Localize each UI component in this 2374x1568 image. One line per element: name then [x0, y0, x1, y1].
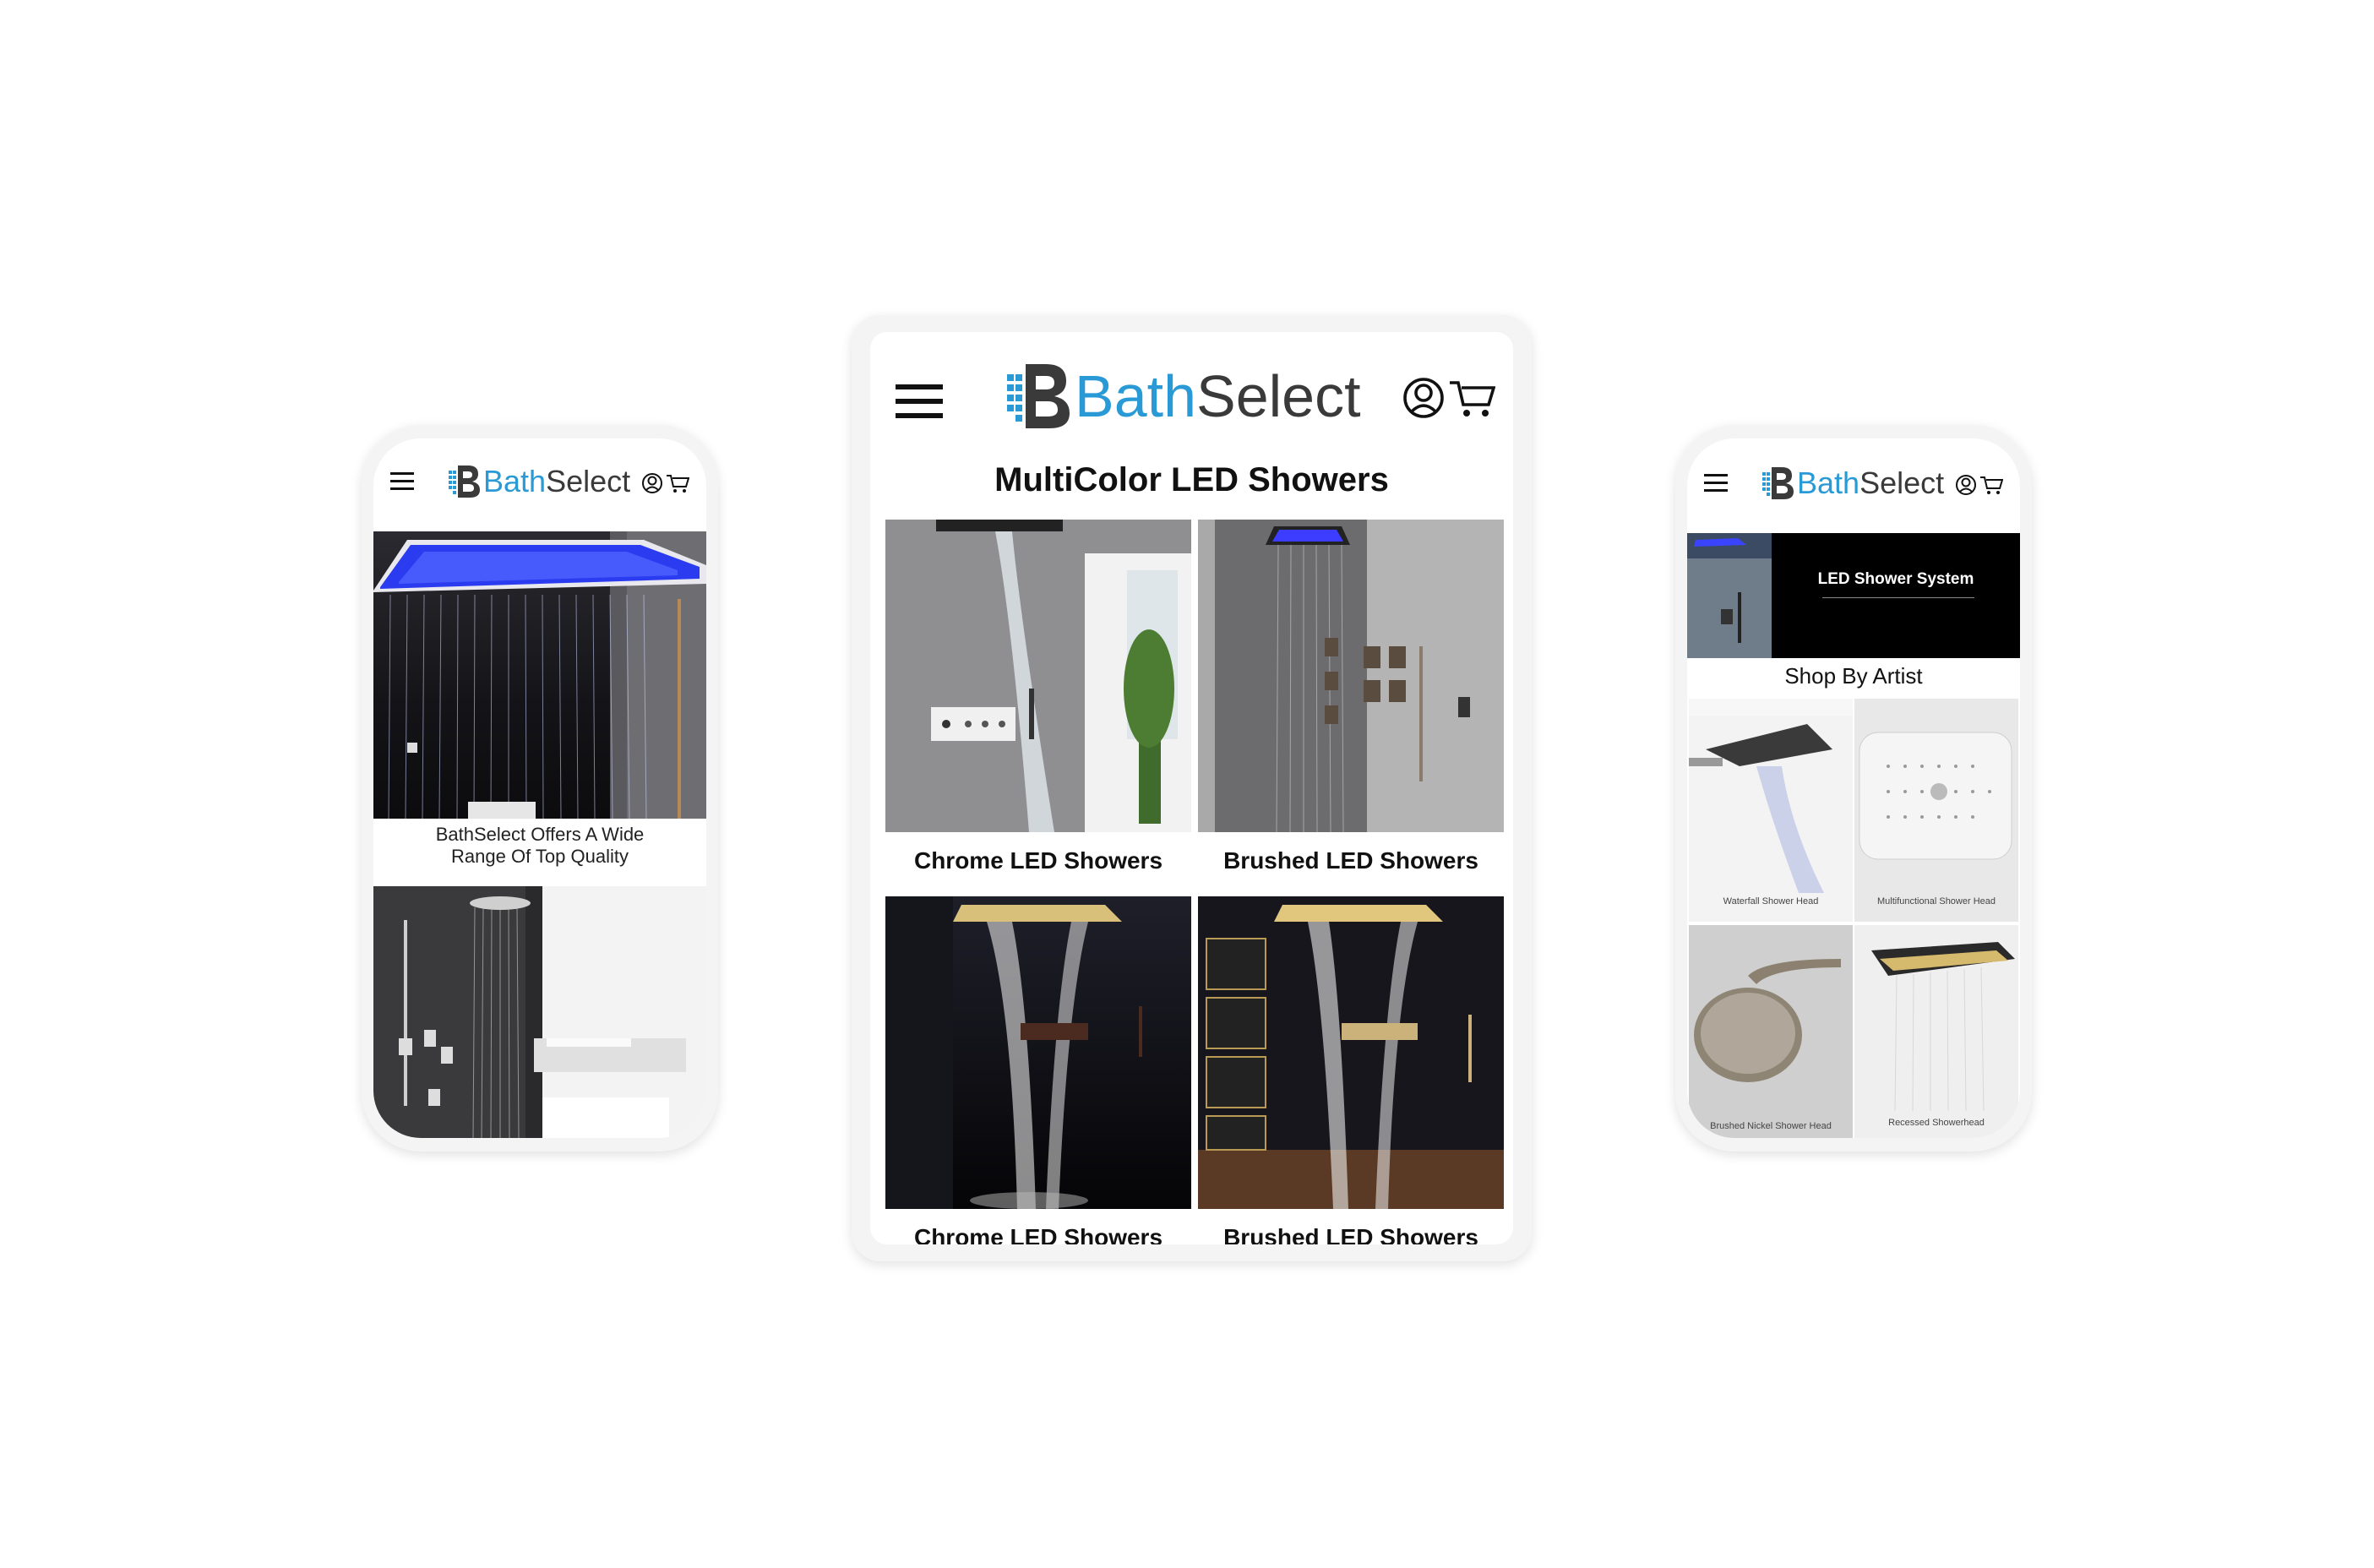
user-icon[interactable] — [642, 472, 662, 494]
tile-label-1[interactable]: Chrome LED Showers — [885, 847, 1191, 874]
hamburger-menu-icon[interactable] — [390, 472, 414, 490]
right-phone-frame: BathSelect LED Shower System Shop By Art… — [1675, 425, 2032, 1152]
tile-label-3[interactable]: Chrome LED Showers — [885, 1224, 1191, 1244]
artist-tile-brushed-nickel[interactable]: Brushed Nickel Shower Head — [1689, 925, 1853, 1138]
led-shower-system-banner[interactable]: LED Shower System — [1687, 533, 2020, 658]
waterfall-shower-head-image — [1689, 699, 1853, 922]
hero-image-shower-system[interactable] — [373, 886, 706, 1138]
user-icon[interactable] — [1956, 474, 1976, 496]
product-tile-brushed-led-1[interactable] — [1198, 520, 1504, 832]
chrome-led-shower-image — [885, 520, 1191, 832]
tablet-screen: BathSelect MultiColor LED Showers Chrome… — [870, 332, 1513, 1244]
brushed-nickel-shower-head-image — [1689, 925, 1853, 1138]
right-phone-screen: BathSelect LED Shower System Shop By Art… — [1687, 438, 2020, 1138]
right-phone-header: BathSelect — [1687, 438, 2020, 531]
header-actions — [642, 472, 689, 494]
logo-text: BathSelect — [1075, 363, 1361, 429]
bathselect-logo-icon — [1007, 364, 1070, 428]
logo-text: BathSelect — [483, 464, 631, 498]
hamburger-menu-icon[interactable] — [896, 384, 943, 418]
hero-caption-line1: BathSelect Offers A Wide — [435, 824, 645, 845]
hero-caption-line2: Range Of Top Quality — [451, 846, 629, 867]
site-logo[interactable]: BathSelect — [1005, 361, 1361, 432]
cart-icon[interactable] — [1979, 475, 2003, 495]
left-phone-frame: BathSelect BathSelect Offers A Wide Rang… — [362, 425, 718, 1152]
left-phone-screen: BathSelect BathSelect Offers A Wide Rang… — [373, 438, 706, 1138]
waterfall-led-shower-gold-image — [1198, 896, 1504, 1209]
header-actions — [1956, 474, 2003, 496]
tablet-header: BathSelect — [870, 332, 1513, 459]
bathselect-logo-icon — [1762, 467, 1794, 499]
user-icon[interactable] — [1402, 376, 1445, 420]
brushed-led-shower-image — [1198, 520, 1504, 832]
header-actions — [1402, 376, 1495, 420]
logo-text: BathSelect — [1797, 466, 1945, 500]
hero-caption: BathSelect Offers A Wide Range Of Top Qu… — [373, 824, 706, 868]
waterfall-led-shower-dark-image — [885, 896, 1191, 1209]
left-phone-header: BathSelect — [373, 438, 706, 531]
bathselect-logo-icon — [449, 466, 480, 498]
artist-tile-label-4: Recessed Showerhead — [1888, 1118, 1985, 1128]
banner-thumbnail — [1687, 533, 1772, 658]
shower-system-illustration — [373, 886, 706, 1138]
section-title: Shop By Artist — [1784, 663, 1923, 689]
artist-tile-label-3: Brushed Nickel Shower Head — [1710, 1121, 1832, 1131]
banner-rule — [1822, 597, 1974, 598]
led-shower-illustration — [373, 531, 706, 819]
artist-tile-recessed[interactable]: Recessed Showerhead — [1854, 925, 2018, 1138]
tablet-frame: BathSelect MultiColor LED Showers Chrome… — [852, 315, 1532, 1261]
product-tile-brushed-led-2[interactable] — [1198, 896, 1504, 1209]
recessed-showerhead-image — [1854, 925, 2018, 1138]
artist-tile-label-2: Multifunctional Shower Head — [1876, 896, 1996, 906]
cart-icon[interactable] — [1448, 378, 1495, 418]
cart-icon[interactable] — [666, 473, 689, 493]
banner-title: LED Shower System — [1817, 570, 1974, 588]
hero-image-led-shower[interactable] — [373, 531, 706, 819]
tile-label-2[interactable]: Brushed LED Showers — [1198, 847, 1504, 874]
hamburger-menu-icon[interactable] — [1704, 474, 1728, 492]
page-title: MultiColor LED Showers — [994, 461, 1389, 498]
artist-tile-multifunctional[interactable]: Multifunctional Shower Head — [1854, 699, 2018, 922]
site-logo[interactable]: BathSelect — [1761, 466, 1944, 501]
artist-tile-label-1: Waterfall Shower Head — [1723, 896, 1819, 906]
tile-label-4[interactable]: Brushed LED Showers — [1198, 1224, 1504, 1244]
product-tile-chrome-led-1[interactable] — [885, 520, 1191, 832]
site-logo[interactable]: BathSelect — [448, 464, 630, 499]
artist-tile-waterfall[interactable]: Waterfall Shower Head — [1689, 699, 1853, 922]
multifunctional-shower-head-image — [1854, 699, 2018, 922]
product-tile-chrome-led-2[interactable] — [885, 896, 1191, 1209]
